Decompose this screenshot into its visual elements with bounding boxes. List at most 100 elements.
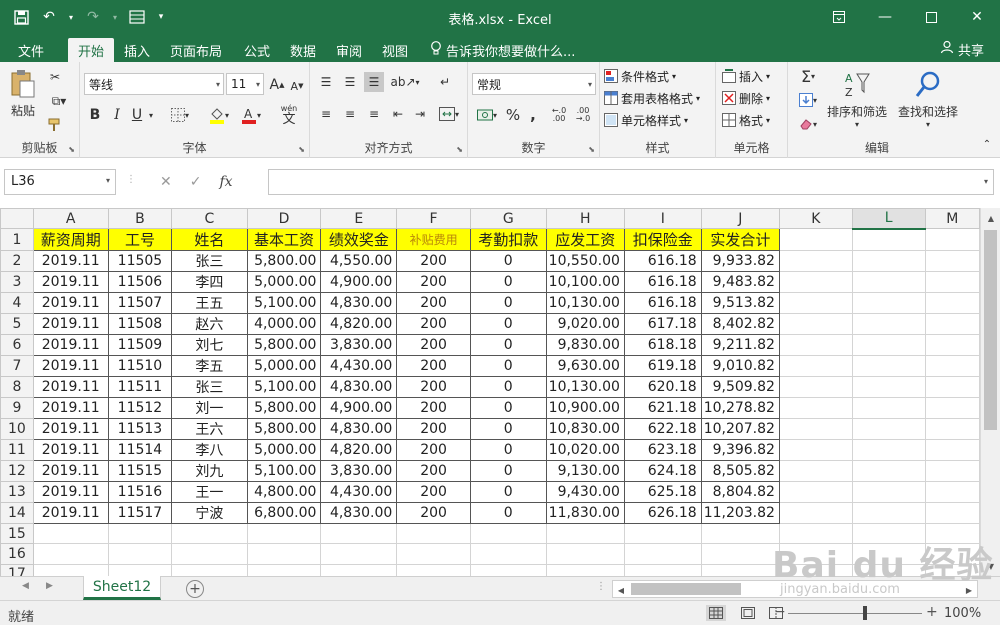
empty-cell[interactable] <box>469 543 547 565</box>
data-cell[interactable]: 623.18 <box>623 439 702 461</box>
row-header[interactable]: 7 <box>0 355 34 377</box>
tab-file[interactable]: 文件 <box>8 38 54 62</box>
empty-cell[interactable] <box>171 563 248 576</box>
share-button[interactable]: 共享 <box>932 37 992 61</box>
column-header-b[interactable]: B <box>107 208 173 229</box>
row-header[interactable]: 13 <box>0 481 34 503</box>
empty-cell[interactable] <box>851 228 926 251</box>
format-as-table-button[interactable]: 套用表格格式 ▾ <box>604 87 700 109</box>
data-cell[interactable]: 200 <box>396 439 471 461</box>
empty-cell[interactable] <box>924 502 980 524</box>
header-cell[interactable]: 基本工资 <box>246 228 322 251</box>
cell-styles-button[interactable]: 单元格样式 ▾ <box>604 109 688 131</box>
header-cell[interactable]: 应发工资 <box>545 228 625 251</box>
data-cell[interactable]: 620.18 <box>623 376 702 398</box>
data-cell[interactable]: 9,020.00 <box>545 313 625 335</box>
row-header[interactable]: 10 <box>0 418 34 440</box>
data-cell[interactable]: 4,800.00 <box>246 481 322 503</box>
column-header-i[interactable]: I <box>623 208 702 229</box>
data-cell[interactable]: 2019.11 <box>32 418 109 440</box>
tell-me-box[interactable]: 告诉我你想要做什么... <box>430 38 575 62</box>
data-cell[interactable]: 刘七 <box>171 334 248 356</box>
data-cell[interactable]: 王一 <box>171 481 248 503</box>
font-name-select[interactable]: 等线 ▾ <box>84 73 224 95</box>
data-cell[interactable]: 4,550.00 <box>320 250 398 272</box>
data-cell[interactable]: 4,830.00 <box>320 376 398 398</box>
empty-cell[interactable] <box>396 563 471 576</box>
data-cell[interactable]: 0 <box>469 481 547 503</box>
data-cell[interactable]: 0 <box>469 439 547 461</box>
data-cell[interactable]: 0 <box>469 292 547 314</box>
align-top-icon[interactable]: ☰ <box>316 72 336 92</box>
data-cell[interactable]: 616.18 <box>623 271 702 293</box>
tab-home[interactable]: 开始 <box>68 38 115 62</box>
empty-cell[interactable] <box>924 481 980 503</box>
empty-cell[interactable] <box>623 543 702 565</box>
empty-cell[interactable] <box>246 522 322 545</box>
data-cell[interactable]: 11509 <box>107 334 173 356</box>
data-cell[interactable]: 李四 <box>171 271 248 293</box>
cancel-icon[interactable]: ✕ <box>160 174 172 190</box>
data-cell[interactable]: 200 <box>396 271 471 293</box>
data-cell[interactable]: 2019.11 <box>32 292 109 314</box>
grow-font-button[interactable]: A ▲ <box>268 75 286 95</box>
data-cell[interactable]: 2019.11 <box>32 250 109 272</box>
empty-cell[interactable] <box>107 522 173 545</box>
zoom-slider-thumb[interactable] <box>863 606 867 620</box>
select-all-corner[interactable] <box>0 208 34 229</box>
tab-page-layout[interactable]: 页面布局 <box>160 38 232 62</box>
empty-cell[interactable] <box>778 376 853 398</box>
data-cell[interactable]: 11515 <box>107 460 173 482</box>
header-cell[interactable]: 工号 <box>107 228 173 251</box>
data-cell[interactable]: 0 <box>469 313 547 335</box>
align-bottom-icon[interactable]: ☰ <box>364 72 384 92</box>
font-color-button[interactable]: A ▾ <box>236 104 266 126</box>
column-header-g[interactable]: G <box>469 208 547 229</box>
header-cell[interactable]: 绩效奖金 <box>320 228 398 251</box>
borders-button[interactable]: ▾ <box>166 104 194 126</box>
data-cell[interactable]: 11511 <box>107 376 173 398</box>
data-cell[interactable]: 0 <box>469 397 547 419</box>
data-cell[interactable]: 200 <box>396 292 471 314</box>
data-cell[interactable]: 0 <box>469 376 547 398</box>
empty-cell[interactable] <box>778 439 853 461</box>
tab-review[interactable]: 审阅 <box>326 38 372 62</box>
data-cell[interactable]: 9,430.00 <box>545 481 625 503</box>
empty-cell[interactable] <box>778 481 853 503</box>
font-size-select[interactable]: 11 ▾ <box>226 73 264 95</box>
empty-cell[interactable] <box>924 439 980 461</box>
empty-cell[interactable] <box>32 543 109 565</box>
empty-cell[interactable] <box>924 271 980 293</box>
data-cell[interactable]: 刘九 <box>171 460 248 482</box>
data-cell[interactable]: 4,900.00 <box>320 271 398 293</box>
empty-cell[interactable] <box>778 292 853 314</box>
empty-cell[interactable] <box>32 563 109 576</box>
row-header[interactable]: 2 <box>0 250 34 272</box>
empty-cell[interactable] <box>924 313 980 335</box>
data-cell[interactable]: 10,100.00 <box>545 271 625 293</box>
empty-cell[interactable] <box>396 522 471 545</box>
data-cell[interactable]: 0 <box>469 250 547 272</box>
data-cell[interactable]: 9,630.00 <box>545 355 625 377</box>
data-cell[interactable]: 宁波 <box>171 502 248 524</box>
data-cell[interactable]: 5,800.00 <box>246 397 322 419</box>
column-header-k[interactable]: K <box>778 208 853 229</box>
zoom-in-button[interactable]: + <box>926 604 938 620</box>
empty-cell[interactable] <box>851 418 926 440</box>
ribbon-display-options-icon[interactable] <box>816 0 862 34</box>
data-cell[interactable]: 10,130.00 <box>545 292 625 314</box>
formula-input[interactable]: ▾ <box>268 169 994 195</box>
data-cell[interactable]: 5,000.00 <box>246 439 322 461</box>
data-cell[interactable]: 9,933.82 <box>700 250 780 272</box>
empty-cell[interactable] <box>545 543 625 565</box>
column-header-e[interactable]: E <box>320 208 398 229</box>
horizontal-scroll-thumb[interactable] <box>631 583 741 595</box>
format-cells-button[interactable]: 格式 ▾ <box>722 109 770 131</box>
data-cell[interactable]: 625.18 <box>623 481 702 503</box>
data-cell[interactable]: 4,830.00 <box>320 502 398 524</box>
data-cell[interactable]: 11512 <box>107 397 173 419</box>
data-cell[interactable]: 11513 <box>107 418 173 440</box>
percent-style-button[interactable]: % <box>504 104 522 126</box>
data-cell[interactable]: 11,830.00 <box>545 502 625 524</box>
data-cell[interactable]: 11506 <box>107 271 173 293</box>
